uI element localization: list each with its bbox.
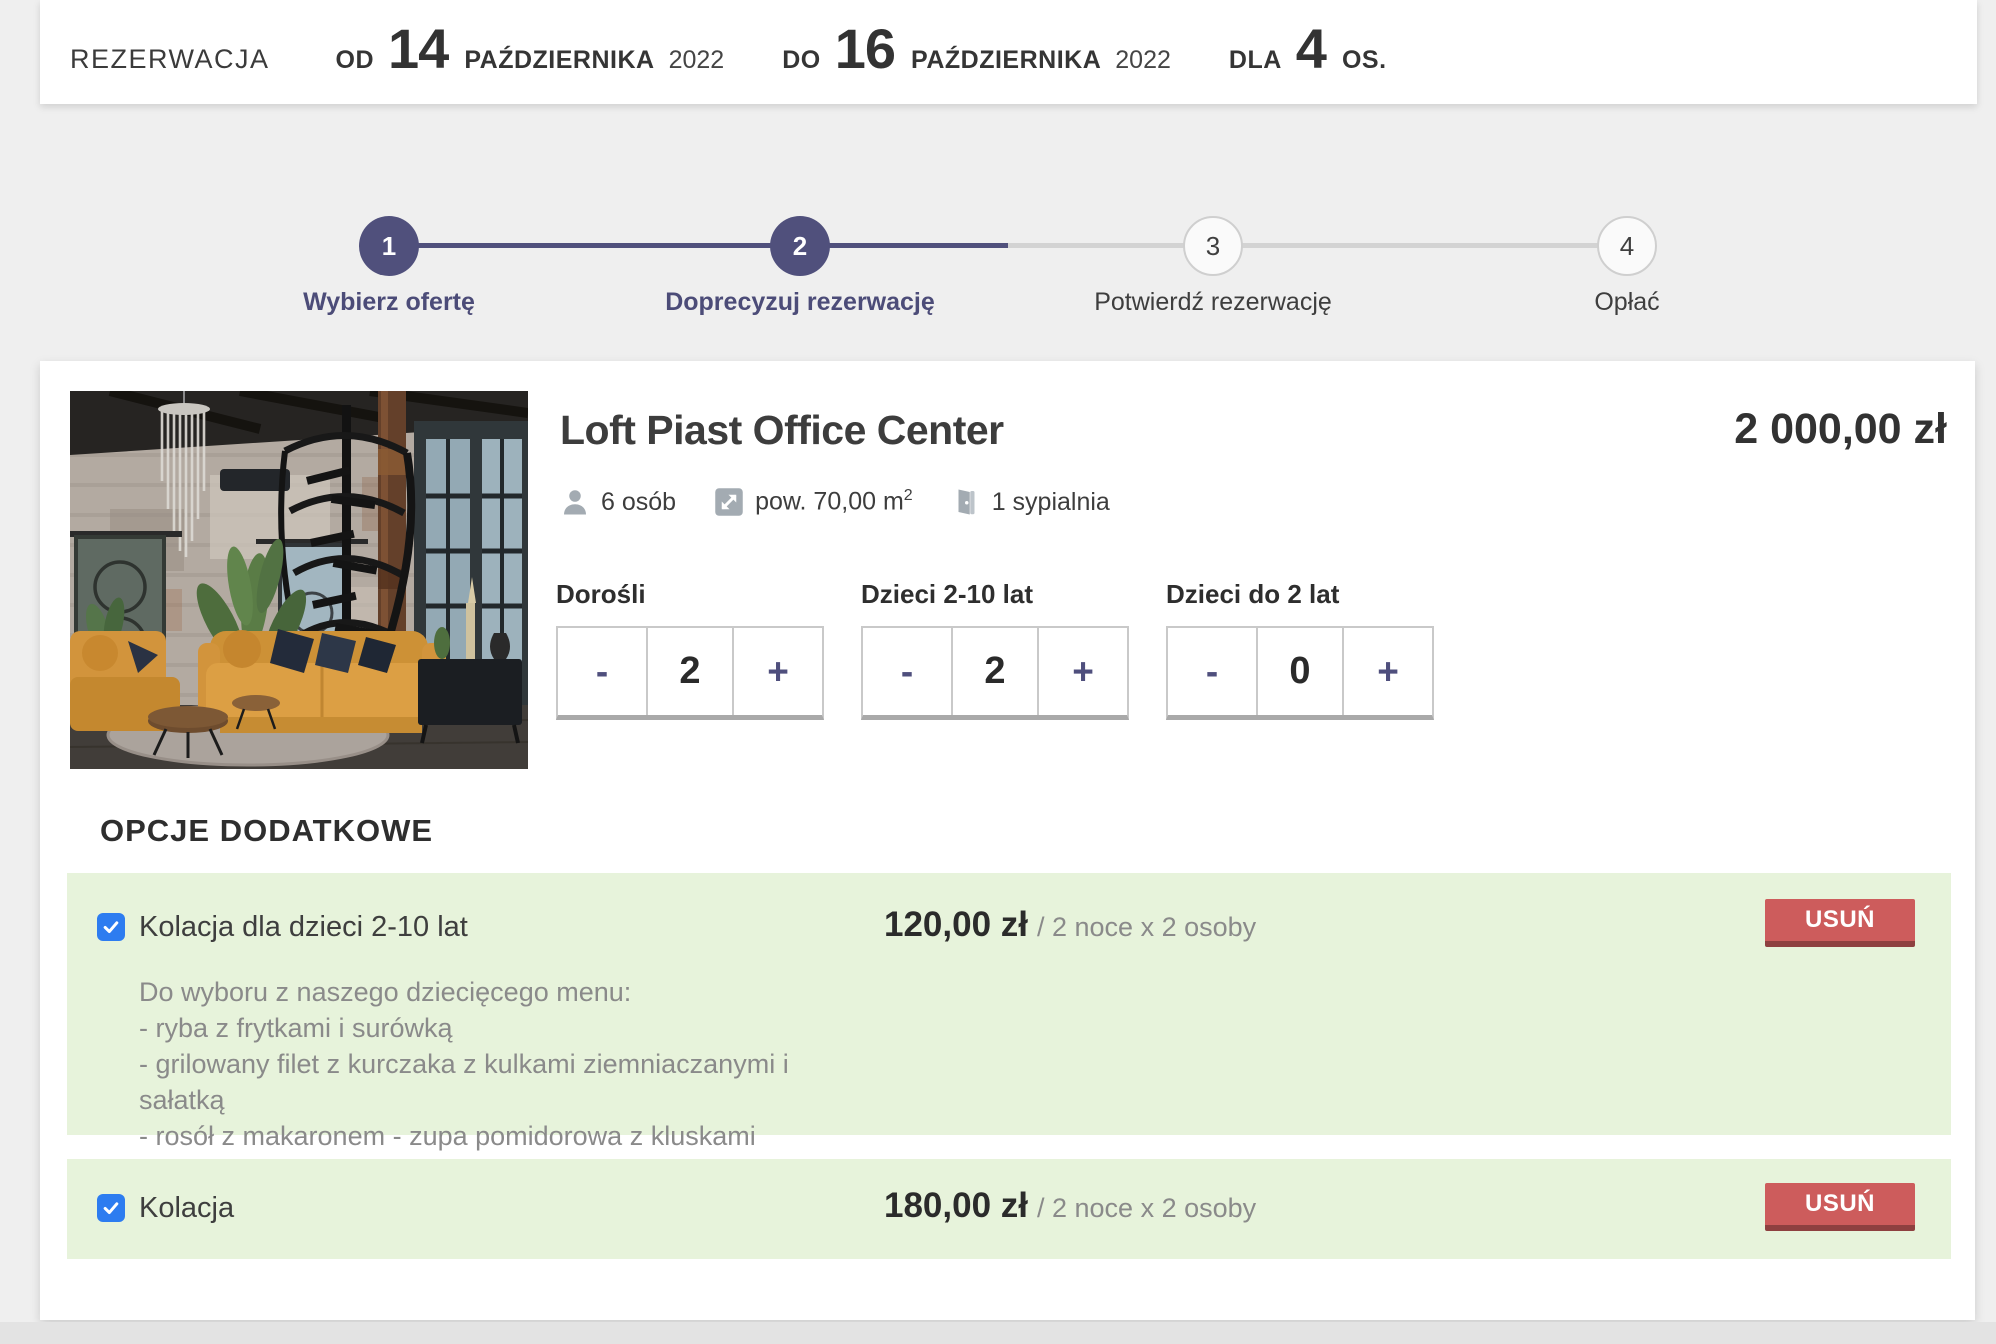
step-1-label[interactable]: Wybierz ofertę	[303, 288, 475, 317]
bedrooms-meta: 1 sypialnia	[951, 487, 1110, 517]
offer-card: Loft Piast Office Center 2 000,00 zł 6 o…	[40, 361, 1975, 1320]
option-1-price-suffix: / 2 noce x 2 osoby	[1037, 912, 1256, 943]
children-2-10-value: 2	[951, 628, 1039, 715]
page-title: REZERWACJA	[70, 44, 270, 75]
option-1-description: Do wyboru z naszego dziecięcego menu: - …	[139, 975, 831, 1155]
capacity-meta: 6 osób	[560, 487, 676, 517]
page-bottom-background	[0, 1322, 1996, 1344]
from-year: 2022	[669, 46, 725, 75]
for-label: DLA	[1229, 46, 1282, 75]
counter-children-2-10-label: Dzieci 2-10 lat	[861, 579, 1129, 610]
area-icon	[714, 487, 744, 517]
counter-children-2-10: Dzieci 2-10 lat - 2 +	[861, 579, 1129, 720]
option-2-checkbox[interactable]	[97, 1194, 125, 1222]
additional-options-heading: OPCJE DODATKOWE	[100, 813, 433, 849]
counter-adults-box: - 2 +	[556, 626, 824, 720]
booking-page: REZERWACJA OD 14 PAŹDZIERNIKA 2022 DO 16…	[0, 0, 1996, 1344]
checkmark-icon	[101, 1198, 121, 1218]
to-month: PAŹDZIERNIKA	[911, 46, 1101, 75]
children-under-2-increment-button[interactable]: +	[1344, 628, 1432, 715]
option-1-price-value: 120,00 zł	[884, 905, 1028, 945]
children-2-10-decrement-button[interactable]: -	[863, 628, 951, 715]
children-2-10-increment-button[interactable]: +	[1039, 628, 1127, 715]
counter-children-under-2-box: - 0 +	[1166, 626, 1434, 720]
capacity-text: 6 osób	[601, 488, 676, 517]
to-year: 2022	[1115, 46, 1171, 75]
option-2-price-value: 180,00 zł	[884, 1186, 1028, 1226]
offer-meta-row: 6 osób pow. 70,00 m2 1 sypialnia	[560, 487, 1110, 517]
option-2-label[interactable]: Kolacja	[139, 1192, 234, 1225]
adults-decrement-button[interactable]: -	[558, 628, 646, 715]
date-from: OD 14 PAŹDZIERNIKA 2022	[336, 16, 725, 81]
guest-count: DLA 4 OS.	[1229, 16, 1387, 81]
person-icon	[560, 487, 590, 517]
offer-photo	[70, 391, 528, 769]
option-2-price: 180,00 zł / 2 noce x 2 osoby	[884, 1186, 1256, 1226]
step-3-label: Potwierdź rezerwację	[1094, 288, 1332, 317]
from-month: PAŹDZIERNIKA	[464, 46, 654, 75]
step-3-circle[interactable]: 3	[1183, 216, 1243, 276]
to-day: 16	[835, 16, 895, 81]
offer-price: 2 000,00 zł	[1734, 405, 1947, 454]
step-4-label: Opłać	[1594, 288, 1659, 317]
description-line: - ryba z frytkami i surówką	[139, 1011, 831, 1047]
reservation-summary-bar: REZERWACJA OD 14 PAŹDZIERNIKA 2022 DO 16…	[40, 0, 1977, 104]
option-row-kolacja-dzieci: Kolacja dla dzieci 2-10 lat 120,00 zł / …	[67, 873, 1951, 1135]
stepper-progress-line	[389, 243, 1008, 248]
counter-children-under-2: Dzieci do 2 lat - 0 +	[1166, 579, 1434, 720]
option-2-remove-button[interactable]: USUŃ	[1765, 1183, 1915, 1231]
adults-value: 2	[646, 628, 734, 715]
to-label: DO	[782, 46, 821, 75]
counter-adults-label: Dorośli	[556, 579, 824, 610]
checkmark-icon	[101, 917, 121, 937]
option-row-kolacja: Kolacja 180,00 zł / 2 noce x 2 osoby USU…	[67, 1159, 1951, 1259]
area-meta: pow. 70,00 m2	[714, 487, 913, 517]
step-1-circle[interactable]: 1	[359, 216, 419, 276]
counter-children-2-10-box: - 2 +	[861, 626, 1129, 720]
option-1-remove-button[interactable]: USUŃ	[1765, 899, 1915, 947]
guests-number: 4	[1296, 16, 1326, 81]
step-2-label[interactable]: Doprecyzuj rezerwację	[665, 288, 935, 317]
stepper-remaining-line	[1008, 243, 1627, 248]
description-line: Do wyboru z naszego dziecięcego menu:	[139, 975, 831, 1011]
bedrooms-text: 1 sypialnia	[992, 488, 1110, 517]
step-4-circle[interactable]: 4	[1597, 216, 1657, 276]
children-under-2-value: 0	[1256, 628, 1344, 715]
counter-adults: Dorośli - 2 +	[556, 579, 824, 720]
counter-children-under-2-label: Dzieci do 2 lat	[1166, 579, 1434, 610]
option-1-checkbox[interactable]	[97, 913, 125, 941]
from-day: 14	[388, 16, 448, 81]
children-under-2-decrement-button[interactable]: -	[1168, 628, 1256, 715]
from-label: OD	[336, 46, 375, 75]
loft-photo-illustration	[70, 391, 528, 769]
option-1-price: 120,00 zł / 2 noce x 2 osoby	[884, 905, 1256, 945]
guests-suffix: OS.	[1342, 46, 1387, 75]
option-1-label[interactable]: Kolacja dla dzieci 2-10 lat	[139, 911, 468, 944]
description-line: - rosół z makaronem - zupa pomidorowa z …	[139, 1119, 831, 1155]
date-to: DO 16 PAŹDZIERNIKA 2022	[782, 16, 1171, 81]
area-text: pow. 70,00 m2	[755, 487, 913, 516]
step-2-circle[interactable]: 2	[770, 216, 830, 276]
option-2-price-suffix: / 2 noce x 2 osoby	[1037, 1193, 1256, 1224]
door-icon	[951, 487, 981, 517]
offer-title: Loft Piast Office Center	[560, 407, 1004, 454]
description-line: - grilowany filet z kurczaka z kulkami z…	[139, 1047, 831, 1119]
reservation-summary: REZERWACJA OD 14 PAŹDZIERNIKA 2022 DO 16…	[70, 16, 1977, 81]
adults-increment-button[interactable]: +	[734, 628, 822, 715]
